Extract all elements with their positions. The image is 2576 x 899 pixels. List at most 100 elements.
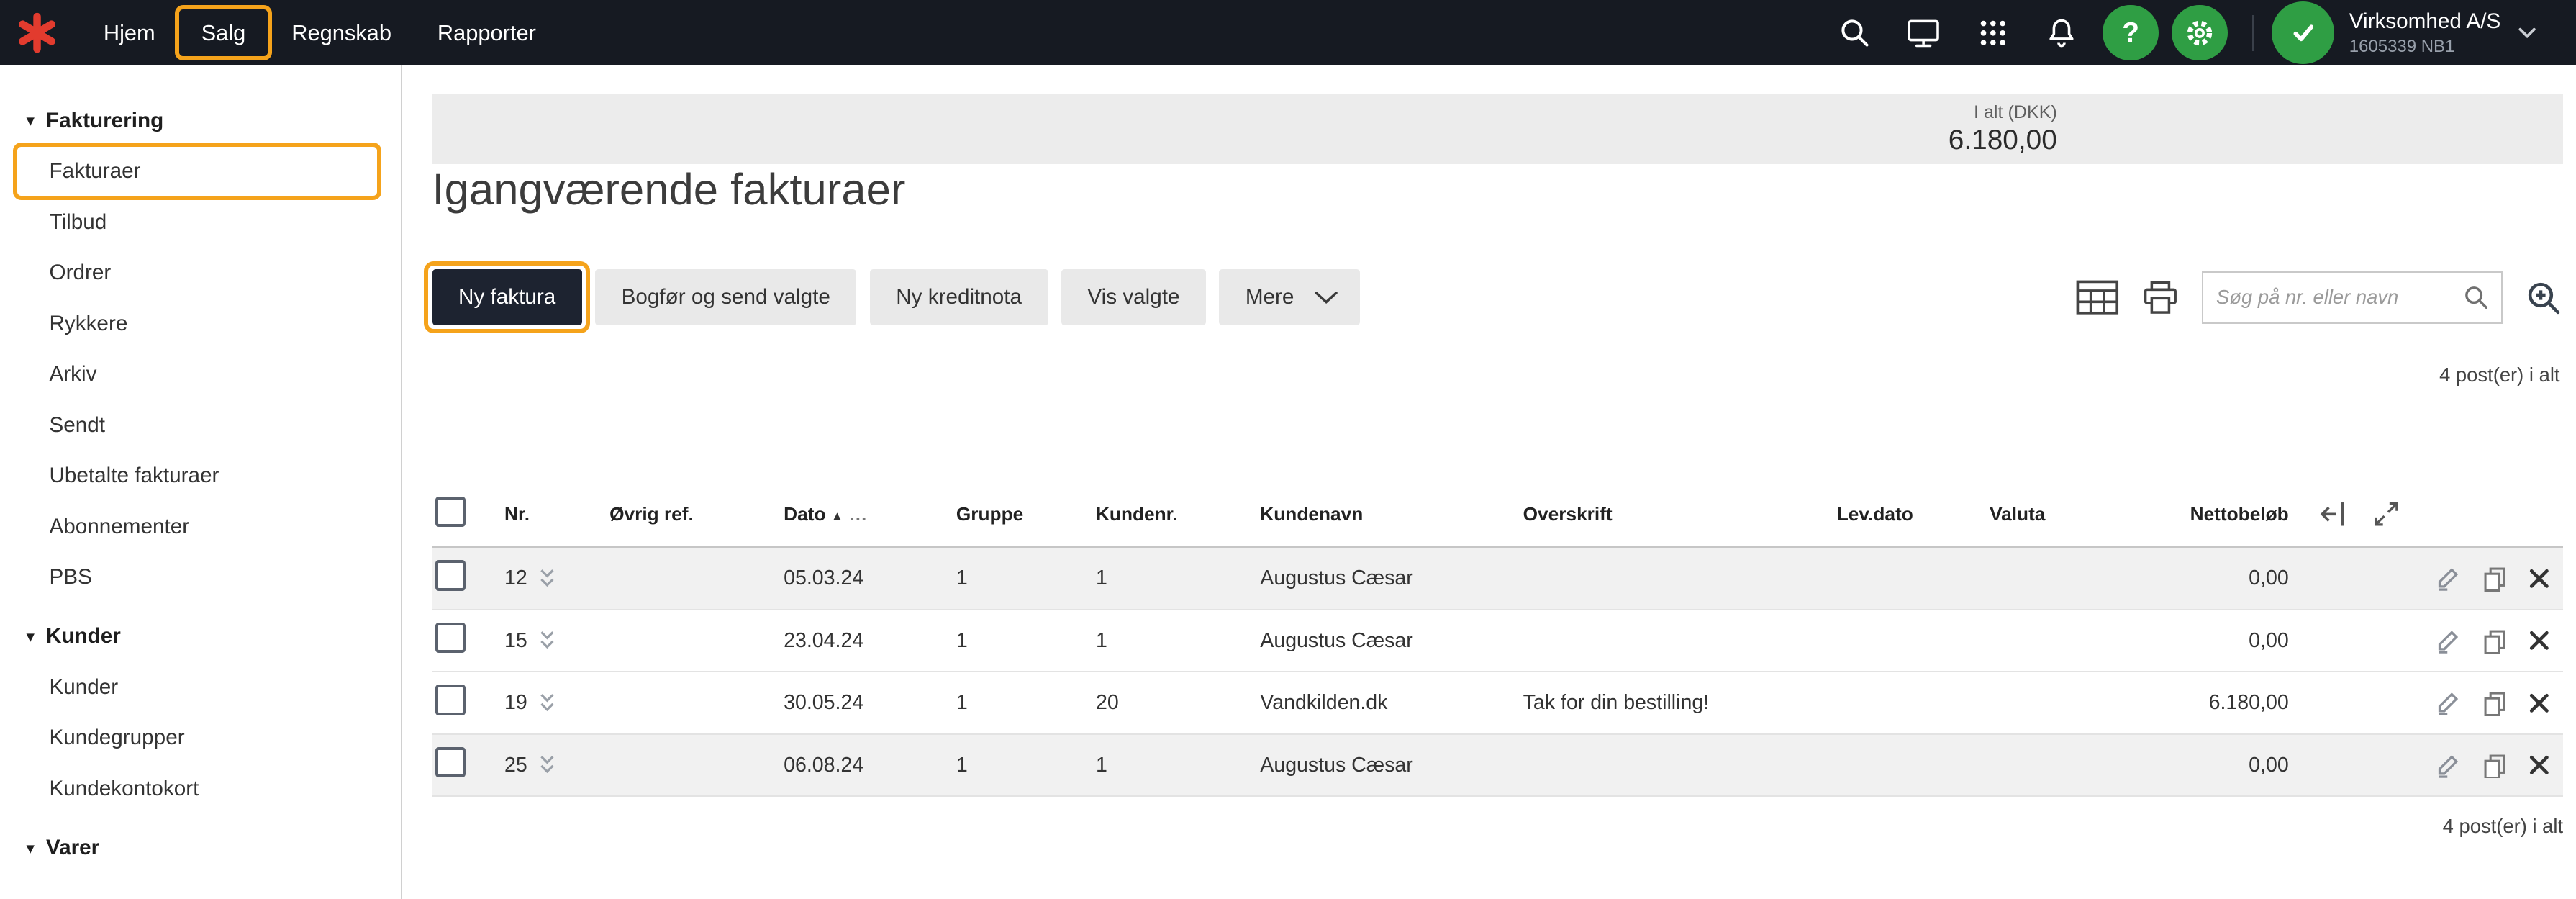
cell-nr: 25 [504,734,609,796]
delete-icon[interactable] [2529,630,2550,651]
column-header-valuta[interactable]: Valuta [1990,480,2138,548]
sidebar-item[interactable]: Kunder [0,662,401,713]
nav-salg[interactable]: Salg [178,0,269,65]
row-checkbox[interactable] [435,685,466,715]
sidebar-section-label: Kunder [46,624,121,649]
edit-icon[interactable] [2435,628,2462,654]
monitor-icon[interactable] [1890,0,1959,65]
nav-regnskab[interactable]: Regnskab [268,0,414,65]
sidebar-item[interactable]: Tilbud [0,196,401,248]
row-checkbox[interactable] [435,623,466,653]
company-name: Virksomhed A/S [2349,8,2501,36]
pin-columns-icon[interactable] [2318,501,2348,528]
sidebar-item[interactable]: Kundekontokort [0,764,401,815]
column-header-levdato[interactable]: Lev.dato [1837,480,1990,548]
notifications-bell-icon[interactable] [2027,0,2096,65]
cell-nr: 15 [504,610,609,672]
row-checkbox[interactable] [435,747,466,777]
sidebar-item-label: Arkiv [50,362,97,386]
more-button[interactable]: Mere [1219,269,1359,325]
table-row[interactable]: 25 06.08.24 1 1 Augustus Cæsar 0,00 [432,734,2564,796]
new-invoice-button[interactable]: Ny faktura [432,269,582,325]
cell-ovrig-ref [609,610,784,672]
app-root: Hjem Salg Regnskab Rapporter ? [0,0,2576,899]
company-avatar[interactable] [2272,1,2334,64]
row-expand-chevrons-icon[interactable] [539,755,555,774]
row-expand-chevrons-icon[interactable] [539,631,555,650]
edit-icon[interactable] [2435,752,2462,779]
sidebar-item-label: Fakturaer [50,159,141,183]
table-row[interactable]: 15 23.04.24 1 1 Augustus Cæsar 0,00 [432,610,2564,672]
sidebar-section-header[interactable]: ▾ Fakturering [0,95,401,146]
copy-icon[interactable] [2482,565,2508,592]
copy-icon[interactable] [2482,628,2508,654]
edit-icon[interactable] [2435,690,2462,716]
brand-logo-icon[interactable] [17,12,58,53]
invoice-number: 12 [504,566,527,590]
invoices-table: Nr. Øvrig ref. Dato▲… Gruppe Kundenr. Ku… [432,480,2564,798]
search-input[interactable] [2203,286,2452,309]
sidebar-item[interactable]: Rykkere [0,299,401,350]
sidebar-item[interactable]: Arkiv [0,349,401,400]
select-all-checkbox[interactable] [435,497,466,527]
table-view-icon[interactable] [2075,279,2120,315]
account-info[interactable]: Virksomhed A/S 1605339 NB1 [2349,8,2501,58]
new-credit-note-button[interactable]: Ny kreditnota [870,269,1048,325]
delete-icon[interactable] [2529,568,2550,589]
copy-icon[interactable] [2482,690,2508,716]
column-header-nettobelob[interactable]: Nettobeløb [2138,480,2299,548]
search-icon[interactable] [1820,0,1890,65]
sidebar-item[interactable]: Kundegrupper [0,713,401,764]
sidebar-item[interactable]: Ubetalte fakturaer [0,451,401,502]
sidebar-section-items: Fakturaer Tilbud Ordrer Rykkere Arkiv Se… [0,146,401,603]
sidebar-item[interactable]: Sendt [0,400,401,451]
column-header-kundenr[interactable]: Kundenr. [1096,480,1260,548]
settings-gear-button[interactable] [2172,5,2228,61]
delete-icon[interactable] [2529,754,2550,776]
column-header-dato[interactable]: Dato▲… [784,480,956,548]
sidebar-item-label: Kundegrupper [50,726,185,749]
row-expand-chevrons-icon[interactable] [539,569,555,588]
column-header-ovrig-ref[interactable]: Øvrig ref. [609,480,784,548]
cell-kundenavn: Augustus Cæsar [1260,734,1523,796]
cell-overskrift [1523,610,1837,672]
post-and-send-selected-button[interactable]: Bogfør og send valgte [595,269,856,325]
nav-hjem[interactable]: Hjem [81,0,178,65]
column-header-nr[interactable]: Nr. [504,480,609,548]
sidebar-section-header[interactable]: ▾ Varer [0,823,401,874]
question-mark-icon: ? [2122,17,2139,49]
show-selected-button[interactable]: Vis valgte [1061,269,1206,325]
account-chevron-down-icon[interactable] [2500,0,2553,65]
edit-icon[interactable] [2435,565,2462,592]
sidebar-item[interactable]: Fakturaer [0,146,401,197]
print-icon[interactable] [2141,279,2180,317]
cell-gruppe: 1 [956,734,1096,796]
sidebar-item-label: PBS [50,565,92,589]
apps-grid-icon[interactable] [1958,0,2027,65]
invoice-number: 15 [504,629,527,653]
sort-asc-icon: ▲ [830,508,843,523]
sidebar-item[interactable]: Ordrer [0,248,401,299]
column-header-kundenavn[interactable]: Kundenavn [1260,480,1523,548]
advanced-search-icon[interactable] [2523,278,2563,317]
sidebar-item[interactable]: Abonnementer [0,502,401,553]
table-row[interactable]: 12 05.03.24 1 1 Augustus Cæsar 0,00 [432,547,2564,609]
column-header-gruppe[interactable]: Gruppe [956,480,1096,548]
cell-valuta [1990,547,2138,609]
sidebar-section: ▾ Fakturering Fakturaer Tilbud Ordrer Ry… [0,95,401,602]
copy-icon[interactable] [2482,752,2508,779]
column-header-overskrift[interactable]: Overskrift [1523,480,1837,548]
sidebar-item[interactable]: PBS [0,552,401,603]
delete-icon[interactable] [2529,692,2550,714]
search-submit-icon[interactable] [2452,273,2501,322]
cell-dato: 30.05.24 [784,672,956,733]
sidebar-section-header[interactable]: ▾ Kunder [0,611,401,662]
row-expand-chevrons-icon[interactable] [539,693,555,713]
cell-kundenr: 1 [1096,610,1260,672]
row-checkbox[interactable] [435,560,466,590]
nav-rapporter[interactable]: Rapporter [414,0,559,65]
sidebar-section: ▾ Kunder Kunder Kundegrupper Kundekontok… [0,611,401,814]
table-row[interactable]: 19 30.05.24 1 20 Vandkilden.dk Tak for d… [432,672,2564,733]
expand-table-icon[interactable] [2373,501,2400,528]
help-button[interactable]: ? [2103,5,2159,61]
